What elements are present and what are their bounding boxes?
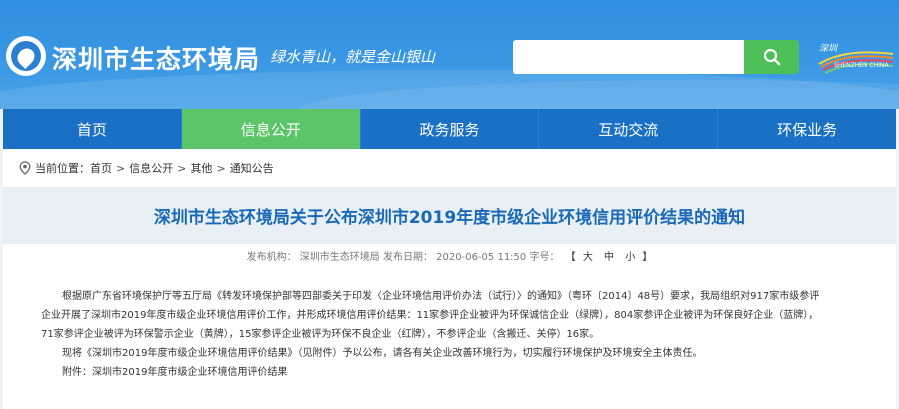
breadcrumb-prefix: 当前位置： xyxy=(35,162,90,175)
article-paragraph: 根据原广东省环境保护厅等五厅局《转发环境保护部等四部委关于印发〈企业环境信用评价… xyxy=(62,291,820,302)
breadcrumb-separator: > xyxy=(177,161,187,175)
breadcrumb-item-other[interactable]: 其他 xyxy=(190,160,212,176)
breadcrumb-item-home[interactable]: 首页 xyxy=(90,160,112,176)
shenzhen-brand-logo[interactable]: 深圳 xyxy=(815,40,895,76)
attachment-link[interactable]: 附件：深圳市2019年度市级企业环境信用评价结果 xyxy=(41,363,863,382)
article-paragraph: 71家参评企业被评为环保警示企业（黄牌），15家参评企业被评为环保不良企业（红牌… xyxy=(41,329,600,340)
nav-item-interaction[interactable]: 互动交流 xyxy=(539,109,719,149)
location-pin-icon xyxy=(19,161,31,175)
date-label: 发布日期： xyxy=(382,252,433,263)
font-size-bracket-close: 】 xyxy=(642,252,653,263)
article-title-band: 深圳市生态环境局关于公布深圳市2019年度市级企业环境信用评价结果的通知 xyxy=(3,187,896,244)
article: 深圳市生态环境局关于公布深圳市2019年度市级企业环境信用评价结果的通知 发布机… xyxy=(3,187,896,409)
main-nav: 首页 信息公开 政务服务 互动交流 环保业务 xyxy=(3,109,896,149)
publisher-value: 深圳市生态环境局 xyxy=(299,252,380,263)
font-size-label: 字号： xyxy=(529,252,560,263)
font-size-medium-button[interactable]: 中 xyxy=(604,252,614,263)
breadcrumb-separator: > xyxy=(216,161,226,175)
site-header: 深圳市生态环境局 绿水青山，就是金山银山 深圳 SHENZHEN CHINA xyxy=(0,0,899,109)
site-slogan: 绿水青山，就是金山银山 xyxy=(270,48,436,66)
breadcrumb-item-notice[interactable]: 通知公告 xyxy=(230,160,274,176)
font-size-bracket-open: 【 xyxy=(565,252,576,263)
nav-item-home[interactable]: 首页 xyxy=(3,109,182,149)
brand-text: SHENZHEN CHINA xyxy=(834,62,889,69)
svg-text:深圳: 深圳 xyxy=(819,43,839,54)
article-body: 根据原广东省环境保护厅等五厅局《转发环境保护部等四部委关于印发〈企业环境信用评价… xyxy=(41,287,863,382)
site-emblem-icon[interactable] xyxy=(6,36,46,76)
breadcrumb-item-info[interactable]: 信息公开 xyxy=(129,160,173,176)
article-title: 深圳市生态环境局关于公布深圳市2019年度市级企业环境信用评价结果的通知 xyxy=(153,208,746,228)
nav-item-government-services[interactable]: 政务服务 xyxy=(360,109,540,149)
font-size-large-button[interactable]: 大 xyxy=(583,252,593,263)
breadcrumb: 当前位置： 首页 > 信息公开 > 其他 > 通知公告 xyxy=(3,149,896,187)
article-paragraph: 企业开展了深圳市2019年度市级企业环境信用评价工作，并形成环境信用评价结果：1… xyxy=(41,310,819,321)
search-input[interactable] xyxy=(513,40,744,74)
font-size-small-button[interactable]: 小 xyxy=(625,252,635,263)
article-meta: 发布机构： 深圳市生态环境局 发布日期： 2020-06-05 11:50 字号… xyxy=(3,248,896,263)
article-paragraph: 现将《深圳市2019年度市级企业环境信用评价结果》（见附件）予以公布，请各有关企… xyxy=(62,348,703,359)
breadcrumb-separator: > xyxy=(116,161,126,175)
date-value: 2020-06-05 11:50 xyxy=(436,252,527,263)
nav-item-environment-business[interactable]: 环保业务 xyxy=(718,109,896,149)
publisher-label: 发布机构： xyxy=(246,252,297,263)
font-size-controls: 【 大 中 小 】 xyxy=(566,252,653,263)
nav-item-info-disclosure[interactable]: 信息公开 xyxy=(181,109,361,149)
search-button[interactable] xyxy=(744,40,799,74)
search-icon xyxy=(763,48,780,66)
site-title[interactable]: 深圳市生态环境局 xyxy=(52,40,260,76)
